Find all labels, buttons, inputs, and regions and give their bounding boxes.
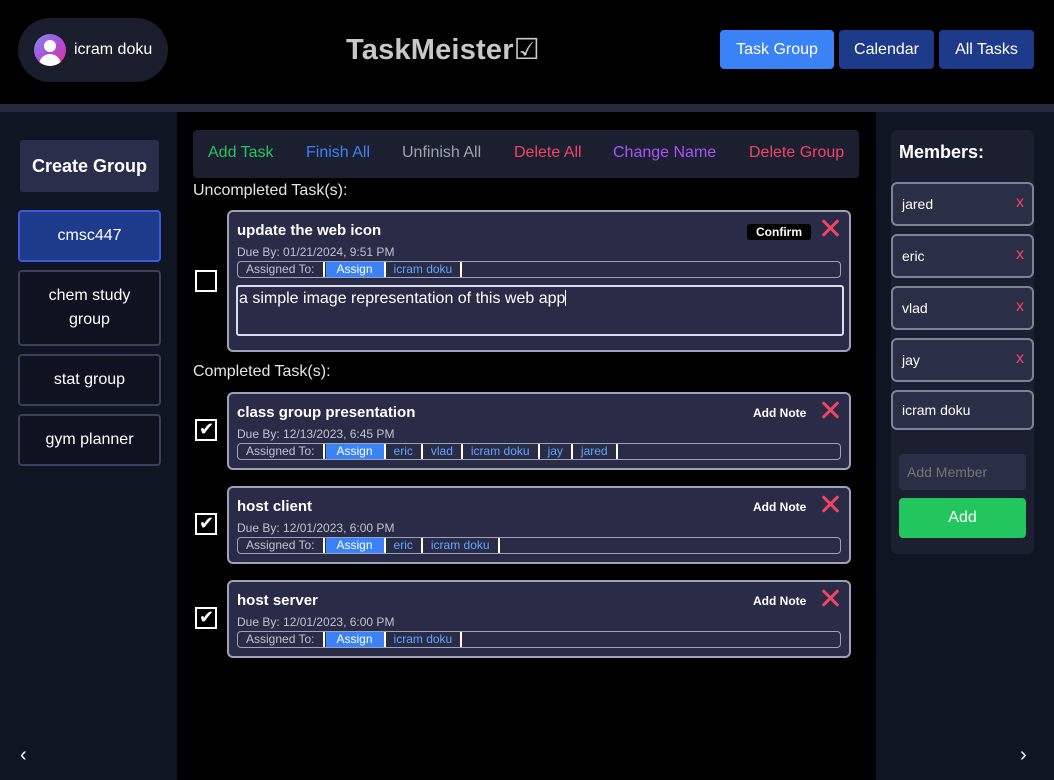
task-checkbox[interactable] <box>195 270 217 292</box>
app-title: TaskMeister☑ <box>346 34 540 66</box>
task-card: class group presentation Add Note Due By… <box>227 392 851 470</box>
uncompleted-heading: Uncompleted Task(s): <box>193 182 348 199</box>
assignee-chip: eric <box>386 538 423 553</box>
assign-button[interactable]: Assign <box>325 538 386 553</box>
avatar <box>34 34 66 66</box>
app-header: icram doku TaskMeister☑ Task Group Calen… <box>0 0 1054 104</box>
members-panel: Members: jared x eric x vlad x jay x icr… <box>891 130 1034 554</box>
task-card: host client Add Note Due By: 12/01/2023,… <box>227 486 851 564</box>
assignees-row: Assigned To: Assign icram doku <box>237 261 841 278</box>
unfinish-all-button[interactable]: Unfinish All <box>402 144 481 162</box>
assignees-row: Assigned To: Assign icram doku <box>237 631 841 648</box>
task-note-text: a simple image representation of this we… <box>239 290 566 307</box>
assignee-chip: jay <box>540 444 573 459</box>
assignee-chip: icram doku <box>463 444 540 459</box>
member-item: vlad x <box>891 286 1034 330</box>
add-note-button[interactable]: Add Note <box>753 594 806 608</box>
group-item-cmsc447[interactable]: cmsc447 <box>18 210 161 262</box>
member-name: jared <box>902 196 934 212</box>
assign-button[interactable]: Assign <box>325 262 386 277</box>
task-card: update the web icon Confirm Due By: 01/2… <box>227 210 851 352</box>
remove-member-icon[interactable]: x <box>1016 350 1024 368</box>
add-member-button[interactable]: Add <box>899 498 1026 538</box>
assignee-chip: vlad <box>423 444 463 459</box>
assignee-chip: icram doku <box>423 538 500 553</box>
add-member-input[interactable] <box>899 454 1026 490</box>
task-due-date: Due By: 01/21/2024, 9:51 PM <box>237 245 395 259</box>
completed-heading: Completed Task(s): <box>193 363 331 380</box>
finish-all-button[interactable]: Finish All <box>306 144 370 162</box>
add-note-button[interactable]: Add Note <box>753 406 806 420</box>
task-due-date: Due By: 12/13/2023, 6:45 PM <box>237 427 395 441</box>
top-nav: Task Group Calendar All Tasks <box>720 30 1034 69</box>
group-toolbar: Add Task Finish All Unfinish All Delete … <box>193 130 859 178</box>
task-note-input[interactable]: a simple image representation of this we… <box>236 285 844 336</box>
task-panel: Add Task Finish All Unfinish All Delete … <box>177 112 876 780</box>
assignee-chip: icram doku <box>386 262 463 277</box>
task-checkbox-checked[interactable] <box>195 419 217 441</box>
delete-all-button[interactable]: Delete All <box>514 144 582 162</box>
groups-sidebar: Create Group cmsc447 chem study group st… <box>0 112 177 780</box>
group-item-stat-group[interactable]: stat group <box>18 354 161 406</box>
assign-button[interactable]: Assign <box>325 632 386 647</box>
member-item: jared x <box>891 182 1034 226</box>
assignees-row: Assigned To: Assign eric icram doku <box>237 537 841 554</box>
assign-button[interactable]: Assign <box>325 444 386 459</box>
delete-task-icon[interactable] <box>820 218 840 238</box>
task-title: update the web icon <box>237 222 382 239</box>
add-note-button[interactable]: Add Note <box>753 500 806 514</box>
assignee-chip: jared <box>573 444 618 459</box>
member-item: jay x <box>891 338 1034 382</box>
header-divider <box>0 104 1054 112</box>
remove-member-icon[interactable]: x <box>1016 194 1024 212</box>
user-profile[interactable]: icram doku <box>18 18 168 82</box>
nav-task-group-button[interactable]: Task Group <box>720 30 834 69</box>
assignees-row: Assigned To: Assign eric vlad icram doku… <box>237 443 841 460</box>
text-cursor <box>565 290 567 306</box>
member-name: jay <box>902 352 920 368</box>
task-due-date: Due By: 12/01/2023, 6:00 PM <box>237 521 395 535</box>
delete-task-icon[interactable] <box>820 400 840 420</box>
task-title: host server <box>237 592 318 609</box>
member-item: eric x <box>891 234 1034 278</box>
sidebar-prev-arrow-icon[interactable]: ‹ <box>20 744 27 767</box>
change-name-button[interactable]: Change Name <box>613 144 716 162</box>
member-name: icram doku <box>902 402 971 418</box>
assigned-to-label: Assigned To: <box>238 444 325 459</box>
delete-task-icon[interactable] <box>820 588 840 608</box>
delete-group-button[interactable]: Delete Group <box>749 144 844 162</box>
assigned-to-label: Assigned To: <box>238 262 325 277</box>
task-checkbox-checked[interactable] <box>195 607 217 629</box>
assignee-chip: icram doku <box>386 632 463 647</box>
sidebar-next-arrow-icon[interactable]: › <box>1020 744 1027 767</box>
task-card: host server Add Note Due By: 12/01/2023,… <box>227 580 851 658</box>
delete-task-icon[interactable] <box>820 494 840 514</box>
confirm-note-button[interactable]: Confirm <box>747 224 811 240</box>
remove-member-icon[interactable]: x <box>1016 298 1024 316</box>
member-name: vlad <box>902 300 928 316</box>
members-title: Members: <box>899 142 985 162</box>
group-item-chem-study-group[interactable]: chem study group <box>18 270 161 346</box>
member-name: eric <box>902 248 925 264</box>
assignee-chip: eric <box>386 444 423 459</box>
remove-member-icon[interactable]: x <box>1016 246 1024 264</box>
nav-all-tasks-button[interactable]: All Tasks <box>939 30 1034 69</box>
create-group-button[interactable]: Create Group <box>20 140 159 192</box>
task-due-date: Due By: 12/01/2023, 6:00 PM <box>237 615 395 629</box>
add-task-button[interactable]: Add Task <box>208 144 274 162</box>
member-item-owner: icram doku <box>891 390 1034 430</box>
assigned-to-label: Assigned To: <box>238 538 325 553</box>
members-sidebar: Members: jared x eric x vlad x jay x icr… <box>876 112 1054 780</box>
group-item-gym-planner[interactable]: gym planner <box>18 414 161 466</box>
task-title: host client <box>237 498 313 515</box>
user-name: icram doku <box>74 41 153 58</box>
task-checkbox-checked[interactable] <box>195 513 217 535</box>
assigned-to-label: Assigned To: <box>238 632 325 647</box>
task-title: class group presentation <box>237 404 416 421</box>
nav-calendar-button[interactable]: Calendar <box>839 30 934 69</box>
